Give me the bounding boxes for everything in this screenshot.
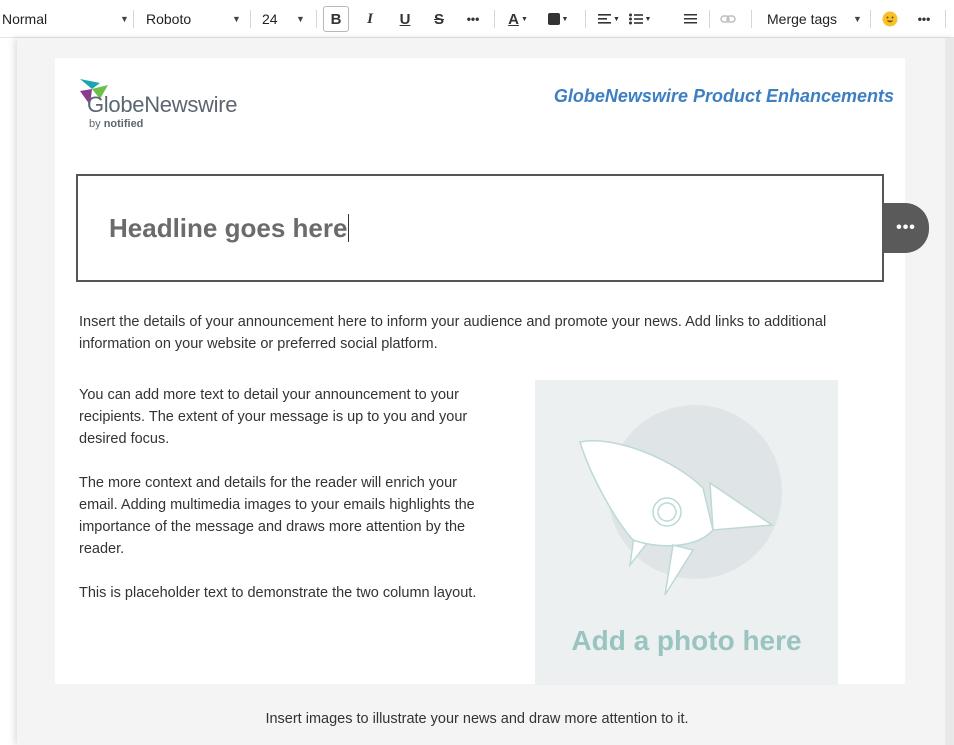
body-paragraph: You can add more text to detail your ann… <box>79 387 468 447</box>
toolbar-divider <box>585 10 586 28</box>
headline-text: Headline goes here <box>109 213 348 243</box>
chevron-down-icon: ▼ <box>296 14 305 24</box>
list-button[interactable]: ▼ <box>627 7 653 31</box>
bullet-list-icon <box>628 13 643 25</box>
font-size-dropdown[interactable]: 24 ▼ <box>262 0 305 38</box>
chevron-down-icon: ▼ <box>853 14 862 24</box>
headline-block[interactable]: Headline goes here <box>76 174 884 282</box>
paragraph-style-dropdown[interactable]: Normal ▼ <box>2 0 129 38</box>
align-left-icon <box>598 14 612 24</box>
link-icon <box>720 15 736 23</box>
chevron-down-icon: ▼ <box>644 15 652 23</box>
chevron-down-icon: ▼ <box>120 14 129 24</box>
photo-placeholder-label: Add a photo here <box>571 625 802 656</box>
body-paragraph: This is placeholder text to demonstrate … <box>79 585 477 601</box>
logo-byline-prefix: by <box>89 118 104 130</box>
emoji-icon <box>882 11 898 27</box>
logo-byline: by notified <box>89 118 143 130</box>
more-options-button[interactable]: ••• <box>912 7 936 31</box>
canvas-scrollbar-track[interactable] <box>945 38 954 745</box>
chevron-down-icon: ▼ <box>561 15 569 23</box>
headline-text-field[interactable]: Headline goes here <box>109 213 350 244</box>
align-button[interactable]: ▼ <box>596 7 622 31</box>
strikethrough-button[interactable]: S <box>431 7 447 31</box>
rocket-illustration-icon <box>579 405 782 596</box>
logo-wordmark: GlobeNewswire <box>87 92 238 117</box>
toolbar-divider <box>250 10 251 28</box>
highlight-icon <box>547 13 560 25</box>
body-paragraph: The more context and details for the rea… <box>79 475 475 557</box>
intro-paragraph[interactable]: Insert the details of your announcement … <box>79 311 879 355</box>
toolbar-divider <box>709 10 710 28</box>
emoji-button[interactable] <box>880 7 900 31</box>
email-header-title[interactable]: GlobeNewswire Product Enhancements <box>554 86 894 107</box>
chevron-down-icon: ▼ <box>520 15 528 23</box>
text-color-label: A <box>508 10 519 28</box>
font-size-value: 24 <box>262 11 278 27</box>
merge-tags-dropdown[interactable]: Merge tags ▼ <box>767 0 862 38</box>
left-column-text[interactable]: You can add more text to detail your ann… <box>79 384 479 626</box>
block-options-button[interactable]: ••• <box>883 203 929 253</box>
italic-button[interactable]: I <box>362 7 378 31</box>
logo-byline-brand: notified <box>103 118 144 130</box>
chevron-down-icon: ▼ <box>613 15 620 23</box>
bold-button[interactable]: B <box>323 6 349 32</box>
line-height-icon <box>683 13 697 23</box>
editor-toolbar: Normal ▼ Roboto ▼ 24 ▼ B I U S ••• A ▼ ▼ … <box>0 0 954 38</box>
toolbar-divider <box>494 10 495 28</box>
paragraph-style-value: Normal <box>2 11 48 27</box>
more-formatting-button[interactable]: ••• <box>461 7 485 31</box>
chevron-down-icon: ▼ <box>232 14 241 24</box>
link-button[interactable] <box>718 7 738 31</box>
merge-tags-label: Merge tags <box>767 11 838 27</box>
toolbar-divider <box>751 10 752 28</box>
font-family-value: Roboto <box>146 11 192 27</box>
toolbar-divider <box>945 10 946 28</box>
text-color-button[interactable]: A ▼ <box>505 7 531 31</box>
toolbar-divider <box>133 10 134 28</box>
toolbar-divider <box>870 10 871 28</box>
photo-placeholder[interactable]: Add a photo here <box>535 380 838 685</box>
line-height-button[interactable] <box>682 7 698 31</box>
underline-button[interactable]: U <box>397 7 413 31</box>
footer-caption[interactable]: Insert images to illustrate your news an… <box>0 711 954 727</box>
toolbar-divider <box>316 10 317 28</box>
highlight-color-button[interactable]: ▼ <box>545 7 571 31</box>
font-family-dropdown[interactable]: Roboto ▼ <box>146 0 241 38</box>
text-cursor <box>348 214 350 242</box>
